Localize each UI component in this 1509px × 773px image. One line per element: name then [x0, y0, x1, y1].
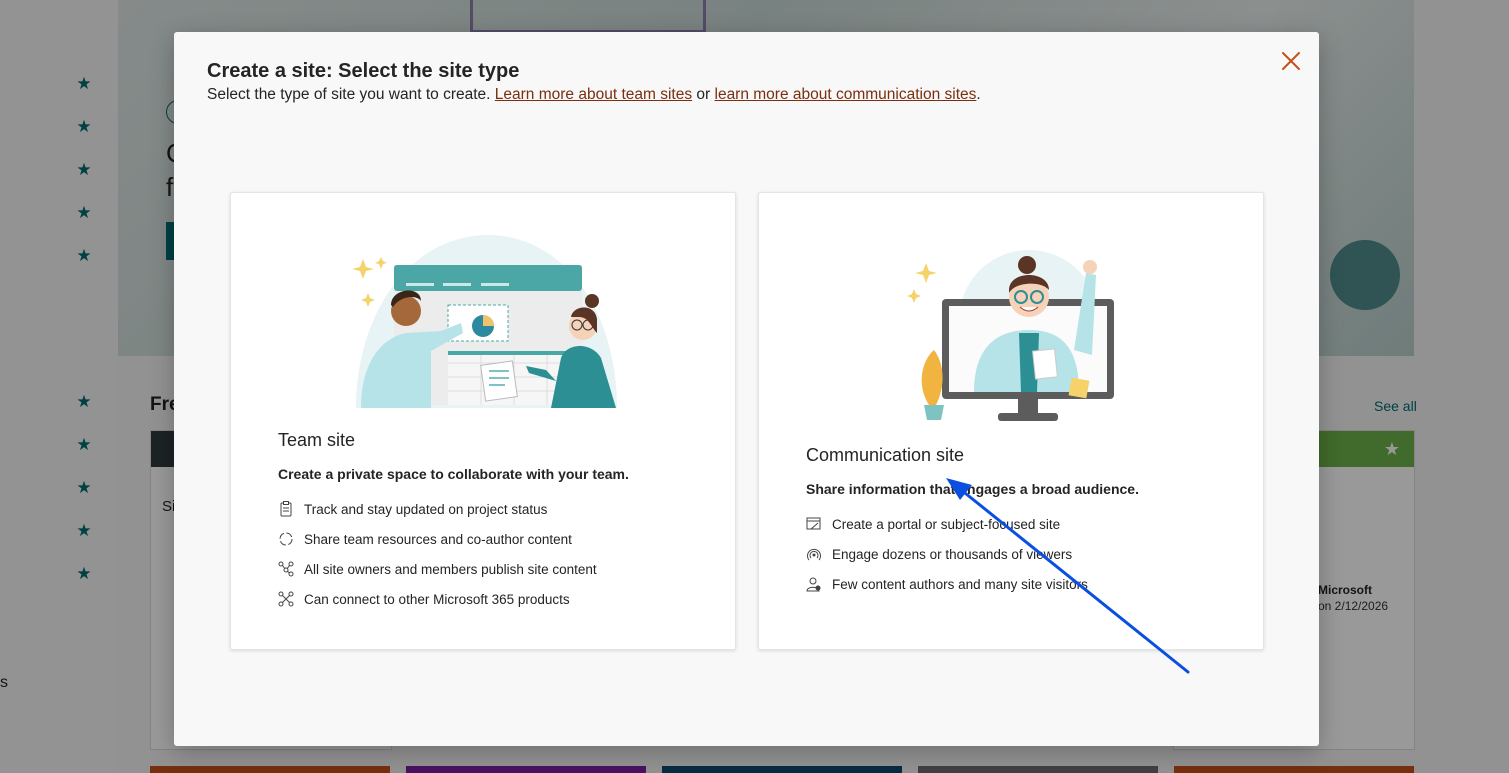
clipboard-icon — [278, 501, 294, 517]
feature-item: Can connect to other Microsoft 365 produ… — [278, 589, 570, 609]
learn-team-sites-link[interactable]: Learn more about team sites — [495, 86, 692, 103]
page-edit-icon — [806, 516, 822, 532]
feature-item: All site owners and members publish site… — [278, 559, 597, 579]
card-title: Communication site — [806, 445, 965, 465]
team-site-card[interactable]: Team site Create a private space to coll… — [230, 192, 736, 650]
learn-communication-sites-link[interactable]: learn more about communication sites — [715, 86, 977, 103]
people-network-icon — [278, 561, 294, 577]
feature-item: Share team resources and co-author conte… — [278, 529, 572, 549]
card-description: Share information that engages a broad a… — [806, 481, 1139, 497]
person-icon — [806, 576, 822, 592]
feature-item: Track and stay updated on project status — [278, 499, 547, 519]
close-button[interactable] — [1276, 46, 1306, 76]
feature-item: Engage dozens or thousands of viewers — [806, 544, 1072, 564]
team-site-illustration — [352, 235, 617, 408]
create-site-dialog: Create a site: Select the site type Sele… — [174, 32, 1319, 746]
dialog-title: Create a site: Select the site type — [207, 60, 520, 82]
card-description: Create a private space to collaborate wi… — [278, 466, 629, 482]
sync-icon — [278, 531, 294, 547]
connector-icon — [278, 591, 294, 607]
card-title: Team site — [278, 430, 356, 450]
feature-item: Few content authors and many site visito… — [806, 574, 1088, 594]
broadcast-icon — [806, 546, 822, 562]
feature-item: Create a portal or subject-focused site — [806, 514, 1060, 534]
dialog-subtitle: Select the type of site you want to crea… — [207, 86, 981, 103]
communication-site-illustration — [907, 250, 1114, 421]
close-icon — [1282, 52, 1300, 70]
communication-site-card[interactable]: Communication site Share information tha… — [758, 192, 1264, 650]
